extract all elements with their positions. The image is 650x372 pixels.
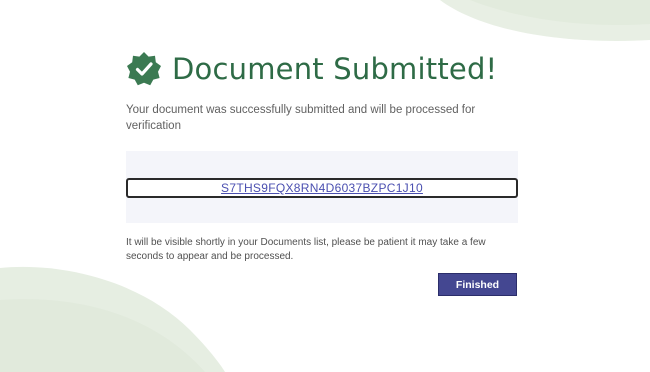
finished-button[interactable]: Finished [438, 273, 517, 296]
title-row: Document Submitted! [126, 44, 518, 94]
page-title: Document Submitted! [172, 52, 498, 86]
reference-code-panel: S7THS9FQX8RN4D6037BZPC1J10 [126, 151, 518, 223]
verified-check-badge-icon [127, 52, 161, 86]
reference-code-field[interactable]: S7THS9FQX8RN4D6037BZPC1J10 [126, 178, 518, 198]
confirmation-panel: Document Submitted! Your document was su… [126, 44, 518, 134]
processing-note: It will be visible shortly in your Docum… [126, 237, 486, 262]
submission-message: Your document was successfully submitted… [126, 104, 476, 132]
